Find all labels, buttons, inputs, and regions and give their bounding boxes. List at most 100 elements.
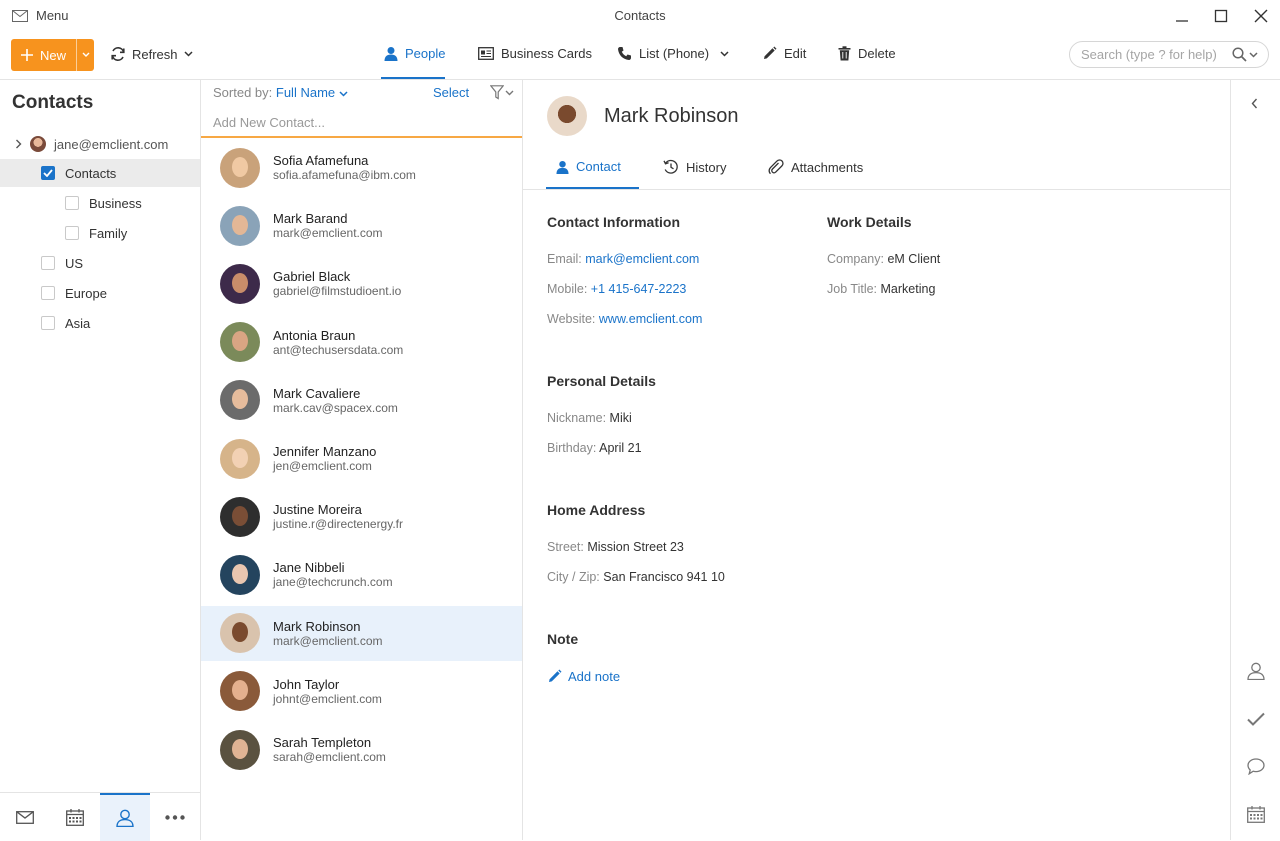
view-business-cards-tab[interactable]: Business Cards	[478, 46, 592, 61]
contact-list-item[interactable]: Mark Cavalieremark.cav@spacex.com	[201, 373, 522, 428]
add-contact-input[interactable]	[201, 109, 522, 136]
tab-attachments[interactable]: Attachments	[768, 159, 863, 175]
nav-calendar[interactable]	[50, 793, 100, 841]
contact-list-item[interactable]: Mark Robinsonmark@emclient.com	[201, 606, 522, 661]
new-main-button[interactable]: New	[11, 39, 76, 71]
field-website-value[interactable]: www.emclient.com	[599, 312, 703, 326]
contact-list-item[interactable]: Mark Barandmark@emclient.com	[201, 198, 522, 253]
folder-label: Asia	[65, 316, 90, 331]
field-website-label: Website:	[547, 312, 595, 326]
folder-checkbox[interactable]	[65, 196, 79, 210]
folders-sidebar: Contacts jane@emclient.com Contacts Busi…	[0, 80, 201, 840]
contact-list-item[interactable]: Jennifer Manzanojen@emclient.com	[201, 431, 522, 486]
search-options[interactable]	[1232, 47, 1258, 62]
contact-text: Mark Cavalieremark.cav@spacex.com	[273, 386, 398, 415]
edit-button[interactable]: Edit	[762, 46, 806, 61]
contact-list-item[interactable]: Sarah Templetonsarah@emclient.com	[201, 722, 522, 777]
folder-checkbox[interactable]	[41, 316, 55, 330]
contact-name: Sofia Afamefuna	[273, 153, 416, 168]
rail-tasks[interactable]	[1247, 712, 1265, 726]
filter-button[interactable]	[490, 85, 514, 100]
tab-contact-label: Contact	[576, 159, 621, 174]
minimize-button[interactable]	[1174, 8, 1190, 24]
sort-control[interactable]: Sorted by: Full Name	[213, 85, 348, 100]
field-email-value[interactable]: mark@emclient.com	[585, 252, 699, 266]
contact-detail-pane: Mark Robinson Contact History Attachment…	[523, 80, 1230, 840]
contact-list-item[interactable]: Antonia Braunant@techusersdata.com	[201, 315, 522, 370]
rail-agenda[interactable]	[1247, 806, 1265, 823]
field-city-zip: City / Zip: San Francisco 941 10	[547, 570, 725, 584]
chevron-down-icon[interactable]	[339, 91, 348, 97]
contact-email: justine.r@directenergy.fr	[273, 517, 403, 531]
folder-asia[interactable]: Asia	[0, 309, 200, 337]
contact-avatar	[547, 96, 587, 136]
nav-contacts[interactable]	[100, 793, 150, 841]
contact-avatar	[220, 497, 260, 537]
contact-name: Jane Nibbeli	[273, 560, 393, 575]
folder-us[interactable]: US	[0, 249, 200, 277]
folder-checkbox[interactable]	[41, 256, 55, 270]
person-outline-icon	[116, 809, 134, 827]
contact-list-item[interactable]: John Taylorjohnt@emclient.com	[201, 664, 522, 719]
view-business-cards-label: Business Cards	[501, 46, 592, 61]
field-mobile: Mobile: +1 415-647-2223	[547, 282, 686, 296]
folder-checkbox[interactable]	[41, 286, 55, 300]
view-people-tab[interactable]: People	[384, 46, 445, 61]
folder-checkbox[interactable]	[41, 166, 55, 180]
contact-name: Sarah Templeton	[273, 735, 386, 750]
field-birthday-value: April 21	[599, 441, 641, 455]
sort-label: Sorted by:	[213, 85, 272, 100]
search-box[interactable]	[1069, 41, 1269, 68]
person-icon	[384, 46, 398, 61]
chevron-down-icon	[82, 52, 90, 58]
new-dropdown-button[interactable]	[76, 39, 94, 71]
delete-button[interactable]: Delete	[838, 46, 896, 61]
rail-chat[interactable]	[1247, 758, 1265, 775]
chevron-right-icon[interactable]	[15, 139, 22, 149]
refresh-button[interactable]: Refresh	[110, 46, 193, 62]
contact-list-item[interactable]: Justine Moreirajustine.r@directenergy.fr	[201, 489, 522, 544]
account-node[interactable]: jane@emclient.com	[0, 132, 200, 156]
new-button[interactable]: New	[11, 39, 94, 71]
add-contact-field[interactable]	[201, 109, 522, 138]
contact-list-item[interactable]: Sofia Afamefunasofia.afamefuna@ibm.com	[201, 140, 522, 195]
contact-list-item[interactable]: Jane Nibbelijane@techcrunch.com	[201, 547, 522, 602]
close-button[interactable]	[1253, 8, 1269, 24]
contact-avatar	[220, 206, 260, 246]
rail-contact-details[interactable]	[1247, 662, 1265, 680]
folder-business[interactable]: Business	[0, 189, 200, 217]
calendar-icon	[66, 809, 84, 826]
folder-label: Europe	[65, 286, 107, 301]
folder-contacts[interactable]: Contacts	[0, 159, 200, 187]
folder-checkbox[interactable]	[65, 226, 79, 240]
contact-text: Jennifer Manzanojen@emclient.com	[273, 444, 376, 473]
tab-contact[interactable]: Contact	[556, 159, 621, 174]
select-button[interactable]: Select	[433, 85, 469, 100]
collapse-panel-button[interactable]	[1251, 98, 1258, 109]
contact-name: Antonia Braun	[273, 328, 403, 343]
tab-history[interactable]: History	[663, 159, 726, 175]
title-bar: Menu Contacts	[0, 0, 1280, 32]
field-city-zip-label: City / Zip:	[547, 570, 600, 584]
add-note-button[interactable]: Add note	[547, 669, 620, 684]
sort-value[interactable]: Full Name	[276, 85, 335, 100]
chevron-down-icon[interactable]	[720, 51, 729, 57]
nav-mail[interactable]	[0, 793, 50, 841]
field-mobile-value[interactable]: +1 415-647-2223	[591, 282, 687, 296]
view-list-phone-tab[interactable]: List (Phone)	[617, 46, 729, 61]
section-note: Note	[547, 631, 578, 647]
maximize-button[interactable]	[1213, 8, 1229, 24]
chat-bubble-icon	[1247, 758, 1265, 775]
field-email-label: Email:	[547, 252, 582, 266]
folder-europe[interactable]: Europe	[0, 279, 200, 307]
folder-family[interactable]: Family	[0, 219, 200, 247]
nav-more[interactable]	[150, 793, 200, 841]
contact-email: mark@emclient.com	[273, 634, 383, 648]
window-title: Contacts	[0, 8, 1280, 23]
field-company: Company: eM Client	[827, 252, 940, 266]
refresh-icon	[110, 46, 126, 62]
trash-icon	[838, 46, 851, 61]
contact-avatar	[220, 671, 260, 711]
search-input[interactable]	[1081, 47, 1231, 62]
contact-list-item[interactable]: Gabriel Blackgabriel@filmstudioent.io	[201, 256, 522, 311]
